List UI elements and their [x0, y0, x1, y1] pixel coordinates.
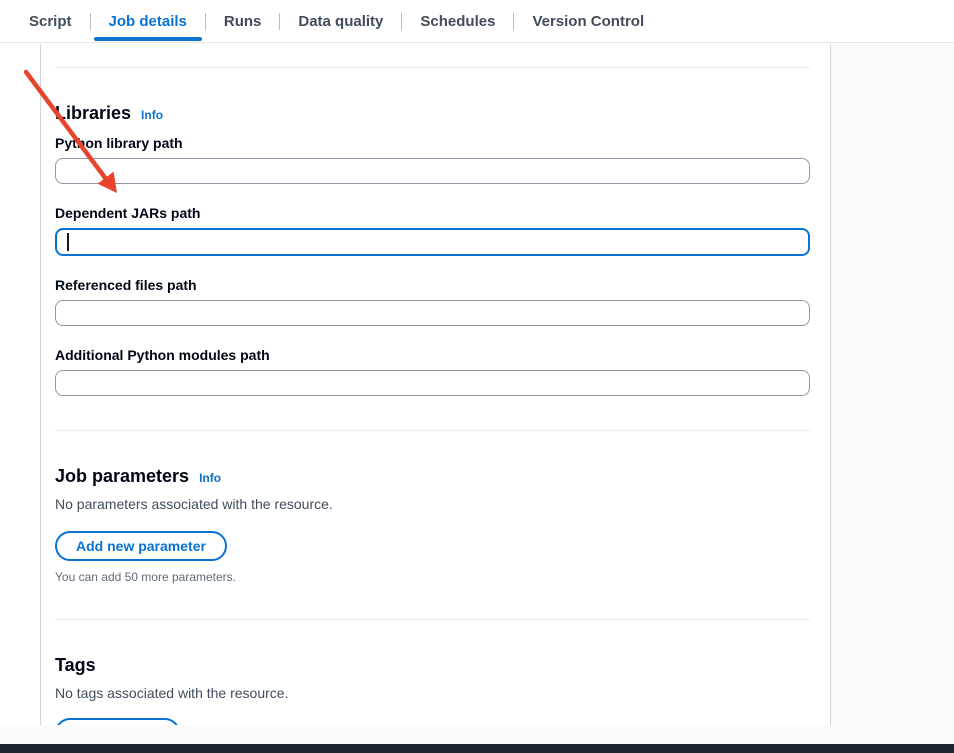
input-wrap-focused — [55, 228, 810, 256]
job-parameters-section-heading: Job parameters Info — [55, 465, 810, 487]
job-parameters-empty-text: No parameters associated with the resour… — [55, 495, 810, 513]
console-footer-bar — [0, 744, 954, 753]
dependent-jars-path-field: Dependent JARs path — [55, 204, 810, 256]
field-label: Referenced files path — [55, 276, 810, 294]
python-library-path-input[interactable] — [55, 158, 810, 184]
input-wrap — [55, 300, 810, 326]
tab-schedules[interactable]: Schedules — [402, 0, 513, 42]
field-label: Python library path — [55, 134, 810, 152]
job-parameters-heading: Job parameters — [55, 465, 189, 487]
tab-bar: Script Job details Runs Data quality Sch… — [0, 0, 954, 43]
libraries-section-heading: Libraries Info — [55, 102, 810, 124]
outer-background — [831, 44, 954, 725]
field-label: Additional Python modules path — [55, 346, 810, 364]
tab-runs[interactable]: Runs — [206, 0, 280, 42]
input-wrap — [55, 158, 810, 184]
tags-section-heading: Tags — [55, 654, 810, 676]
libraries-heading: Libraries — [55, 102, 131, 124]
tab-version-control[interactable]: Version Control — [514, 0, 662, 42]
tags-heading: Tags — [55, 654, 96, 676]
additional-python-modules-path-field: Additional Python modules path — [55, 346, 810, 396]
tags-empty-text: No tags associated with the resource. — [55, 684, 810, 702]
tab-data-quality[interactable]: Data quality — [280, 0, 401, 42]
input-wrap — [55, 370, 810, 396]
add-new-parameter-button[interactable]: Add new parameter — [55, 531, 227, 561]
referenced-files-path-field: Referenced files path — [55, 276, 810, 326]
job-parameters-helper-text: You can add 50 more parameters. — [55, 569, 810, 585]
libraries-info-link[interactable]: Info — [141, 108, 163, 122]
python-library-path-field: Python library path — [55, 134, 810, 184]
panel-content: Libraries Info Python library path Depen… — [55, 67, 810, 748]
job-details-panel: Libraries Info Python library path Depen… — [40, 44, 831, 725]
additional-python-modules-path-input[interactable] — [55, 370, 810, 396]
section-divider — [55, 430, 810, 431]
glue-job-details-page: Script Job details Runs Data quality Sch… — [0, 0, 954, 753]
section-divider — [55, 67, 810, 68]
dependent-jars-path-input[interactable] — [55, 228, 810, 256]
footer-strip — [0, 725, 954, 744]
text-cursor — [67, 233, 69, 251]
section-divider — [55, 619, 810, 620]
tab-script[interactable]: Script — [11, 0, 90, 42]
referenced-files-path-input[interactable] — [55, 300, 810, 326]
field-label: Dependent JARs path — [55, 204, 810, 222]
job-parameters-info-link[interactable]: Info — [199, 471, 221, 485]
tab-job-details[interactable]: Job details — [91, 0, 205, 42]
